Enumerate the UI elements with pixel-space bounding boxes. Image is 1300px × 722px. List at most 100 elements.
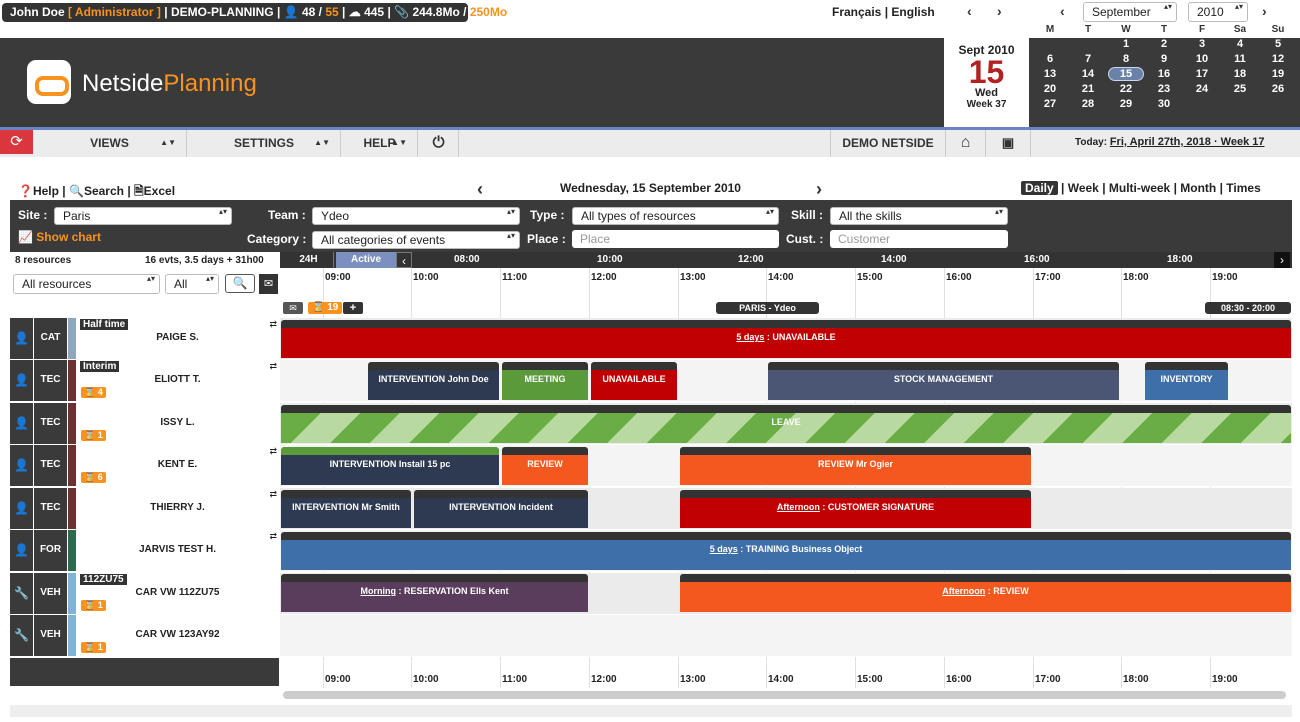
refresh-icon[interactable]: ⟳ [0,130,33,154]
event-customer-signature[interactable]: Afternoon : CUSTOMER SIGNATURE [680,490,1031,528]
cal-day[interactable]: 19 [1259,66,1297,81]
shuffle-icon[interactable]: ⇄ [269,531,277,542]
site-select[interactable]: Paris [54,207,232,225]
fullscreen-icon[interactable]: ▣ [986,130,1031,157]
search-button[interactable]: 🔍 [225,274,255,293]
cal-day[interactable]: 16 [1145,66,1183,81]
lang-fr-link[interactable]: Français [832,5,881,19]
cal-day[interactable]: 30 [1145,96,1183,111]
cal-day[interactable]: 17 [1183,66,1221,81]
event-review-kent[interactable]: REVIEW [502,447,588,485]
cal-day[interactable]: 24 [1183,81,1221,96]
help-link[interactable]: ❓Help [18,184,59,198]
cal-day[interactable]: 23 [1145,81,1183,96]
shuffle-icon[interactable]: ⇄ [269,446,277,457]
next-icon[interactable]: › [997,3,1002,19]
view-multi-week[interactable]: Multi-week [1109,181,1170,195]
event-intervention-incident[interactable]: INTERVENTION Incident [414,490,588,528]
prev-day-icon[interactable]: ‹ [477,179,483,200]
resource-row[interactable]: 🔧 VEH CAR VW 112ZU75 112ZU75 ⌛ 1 [10,573,279,615]
event-meeting[interactable]: MEETING [502,362,588,400]
cal-day[interactable]: 7 [1069,51,1107,66]
event-stock-management[interactable]: STOCK MANAGEMENT [768,362,1119,400]
cal-day[interactable] [1183,96,1221,111]
excel-link[interactable]: 🗎Excel [134,184,175,198]
cal-day[interactable]: 9 [1145,51,1183,66]
shuffle-icon[interactable]: ⇄ [269,489,277,500]
timeline-row[interactable] [280,615,1292,657]
view-times[interactable]: Times [1226,181,1260,195]
cal-day[interactable] [1221,96,1259,111]
cal-day[interactable]: 13 [1031,66,1069,81]
event-intervention-john-doe[interactable]: INTERVENTION John Doe [368,362,499,400]
resource-row[interactable]: 👤 TEC ISSY L. ⌛ 1 [10,403,279,445]
event-unavailable-eliott[interactable]: UNAVAILABLE [591,362,677,400]
cal-day[interactable]: 4 [1221,36,1259,51]
cal-day[interactable]: 29 [1107,96,1145,111]
cal-day[interactable]: 22 [1107,81,1145,96]
cal-day[interactable] [1259,96,1297,111]
cal-day[interactable]: 10 [1183,51,1221,66]
place-input[interactable]: Place [572,230,779,248]
cal-day[interactable]: 27 [1031,96,1069,111]
month-select[interactable]: September [1083,2,1177,22]
view-daily[interactable]: Daily [1021,181,1058,195]
search-link[interactable]: 🔍Search [69,184,124,198]
cal-day[interactable]: 12 [1259,51,1297,66]
power-icon[interactable]: ⏻ [419,130,459,157]
add-event-button[interactable]: + [343,302,363,314]
event-review-car[interactable]: Afternoon : REVIEW [680,574,1291,612]
cal-day[interactable] [1031,36,1069,51]
cal-day[interactable]: 18 [1221,66,1259,81]
today-link[interactable]: Fri, April 27th, 2018 · Week 17 [1110,136,1265,148]
cal-day[interactable]: 11 [1221,51,1259,66]
category-select[interactable]: All categories of events [312,231,520,249]
cal-next-icon[interactable]: › [1262,3,1267,19]
active-toggle[interactable]: Active [336,252,396,268]
cal-day[interactable]: 1 [1107,36,1145,51]
skill-select[interactable]: All the skills [830,207,1008,225]
show-chart-link[interactable]: 📈 Show chart [18,230,101,244]
cal-day[interactable]: 28 [1069,96,1107,111]
view-week[interactable]: Week [1068,181,1099,195]
settings-menu[interactable]: SETTINGS ▲▼ [188,130,341,157]
customer-input[interactable]: Customer [830,230,1008,248]
view-month[interactable]: Month [1180,181,1216,195]
cal-day[interactable]: 6 [1031,51,1069,66]
event-leave[interactable]: LEAVE [281,405,1291,443]
resource-row[interactable]: 👤 TEC KENT E. ⌛ 6 ⇄ [10,445,279,487]
event-intervention-smith[interactable]: INTERVENTION Mr Smith [281,490,411,528]
mail-icon[interactable]: ✉ [259,274,278,294]
cal-day[interactable]: 25 [1221,81,1259,96]
help-menu[interactable]: HELP ▲▼ [342,130,418,157]
year-select[interactable]: 2010 [1188,2,1248,22]
event-intervention-install[interactable]: INTERVENTION Install 15 pc [281,447,499,485]
event-inventory[interactable]: INVENTORY [1145,362,1228,400]
team-select[interactable]: Ydeo [312,207,520,225]
cal-day[interactable]: 26 [1259,81,1297,96]
cal-day[interactable]: 14 [1069,66,1107,81]
event-training[interactable]: 5 days : TRAINING Business Object [281,532,1291,570]
cal-prev-icon[interactable]: ‹ [1060,3,1065,19]
resource-row[interactable]: 👤 FOR JARVIS TEST H. ⇄ [10,530,279,572]
24h-toggle[interactable]: 24H [284,252,334,268]
cal-day[interactable]: 3 [1183,36,1221,51]
lang-en-link[interactable]: English [891,5,934,19]
resources-select[interactable]: All resources [13,274,160,294]
cal-day[interactable]: 20 [1031,81,1069,96]
group-mail-icon[interactable]: ✉ [283,302,303,314]
shuffle-icon[interactable]: ⇄ [269,319,277,330]
event-review-ogier[interactable]: REVIEW Mr Ogier [680,447,1031,485]
prev-icon[interactable]: ‹ [967,3,972,19]
cal-day[interactable]: 21 [1069,81,1107,96]
cal-day[interactable]: 5 [1259,36,1297,51]
scroll-left-icon[interactable]: ‹ [396,252,412,268]
cal-day[interactable]: 15 [1107,66,1145,81]
event-reservation[interactable]: Morning : RESERVATION Ells Kent [281,574,588,612]
resource-row[interactable]: 👤 CAT PAIGE S. Half time ⇄ [10,318,279,360]
resource-row[interactable]: 👤 TEC THIERRY J. ⇄ [10,488,279,530]
horizontal-scrollbar[interactable] [283,691,1286,699]
cal-day[interactable]: 8 [1107,51,1145,66]
scroll-right-icon[interactable]: › [1274,252,1290,268]
status-select[interactable]: All [165,274,219,294]
